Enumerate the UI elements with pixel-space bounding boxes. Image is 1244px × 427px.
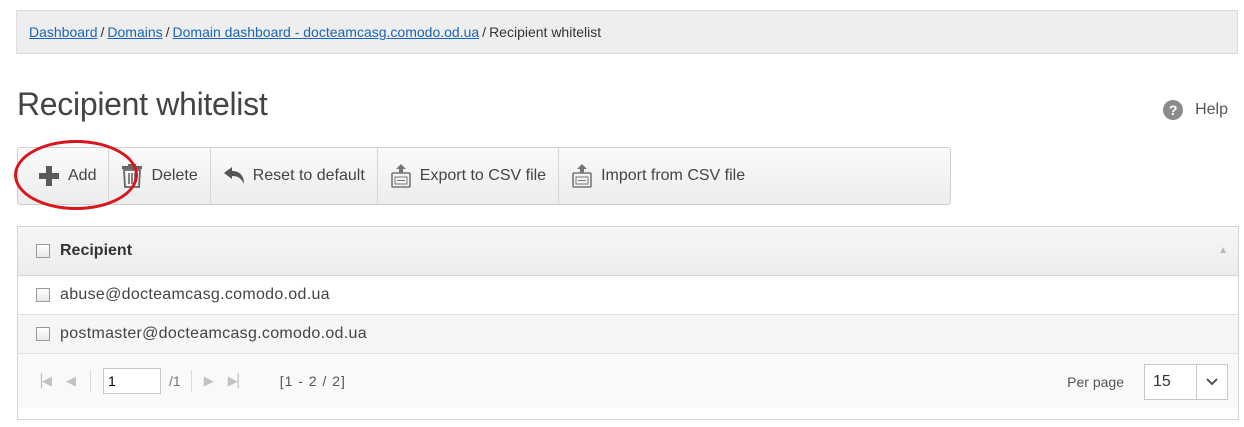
per-page-control: Per page 15 bbox=[1067, 364, 1228, 400]
breadcrumb-dashboard-link[interactable]: Dashboard bbox=[29, 24, 98, 40]
table-row[interactable]: postmaster@docteamcasg.comodo.od.ua bbox=[18, 315, 1238, 354]
add-button-label: Add bbox=[68, 167, 97, 184]
add-button[interactable]: Add bbox=[18, 148, 110, 204]
row-checkbox[interactable] bbox=[36, 288, 50, 302]
pager-divider bbox=[90, 370, 91, 392]
import-csv-button[interactable]: Import from CSV file bbox=[559, 148, 757, 204]
pager: ▕◀ ◀ /1 ▶ ▶▏ [1 - 2 / 2] Per page 15 bbox=[18, 354, 1238, 408]
sort-ascending-icon[interactable]: ▲ bbox=[1218, 245, 1228, 256]
first-page-icon[interactable]: ▕◀ bbox=[32, 373, 52, 389]
help-icon: ? bbox=[1163, 100, 1184, 120]
toolbar: Add Delete Reset to default Export to CS… bbox=[17, 147, 951, 205]
total-pages: /1 bbox=[169, 373, 181, 389]
breadcrumb-separator: / bbox=[165, 24, 170, 40]
per-page-value: 15 bbox=[1153, 373, 1171, 390]
breadcrumb: Dashboard / Domains / Domain dashboard -… bbox=[16, 10, 1238, 54]
grid-header: Recipient ▲ bbox=[18, 227, 1238, 276]
per-page-label: Per page bbox=[1067, 374, 1124, 390]
next-page-icon[interactable]: ▶ bbox=[204, 373, 214, 389]
table-row[interactable]: abuse@docteamcasg.comodo.od.ua bbox=[18, 276, 1238, 315]
page-number-input[interactable] bbox=[103, 368, 161, 394]
recipient-cell: abuse@docteamcasg.comodo.od.ua bbox=[60, 286, 330, 303]
last-page-icon[interactable]: ▶▏ bbox=[228, 373, 248, 389]
help-label: Help bbox=[1195, 101, 1228, 118]
breadcrumb-separator: / bbox=[100, 24, 105, 40]
breadcrumb-current: Recipient whitelist bbox=[489, 24, 602, 40]
recipient-column-header[interactable]: Recipient bbox=[60, 242, 132, 260]
delete-button-label: Delete bbox=[151, 167, 198, 184]
plus-icon bbox=[38, 165, 60, 187]
csv-export-icon bbox=[390, 164, 412, 188]
row-checkbox[interactable] bbox=[36, 327, 50, 341]
chevron-down-icon bbox=[1196, 365, 1227, 399]
export-button-label: Export to CSV file bbox=[419, 167, 547, 184]
page-title: Recipient whitelist bbox=[17, 86, 268, 122]
import-button-label: Import from CSV file bbox=[601, 167, 746, 184]
reset-button-label: Reset to default bbox=[252, 167, 365, 184]
undo-arrow-icon bbox=[223, 166, 245, 186]
breadcrumb-domains-link[interactable]: Domains bbox=[107, 24, 162, 40]
select-all-checkbox[interactable] bbox=[36, 244, 50, 258]
csv-import-icon bbox=[571, 164, 593, 188]
prev-page-icon[interactable]: ◀ bbox=[66, 373, 76, 389]
recipient-cell: postmaster@docteamcasg.comodo.od.ua bbox=[60, 325, 367, 342]
per-page-select[interactable]: 15 bbox=[1144, 364, 1228, 400]
breadcrumb-separator: / bbox=[482, 24, 487, 40]
pager-divider bbox=[190, 370, 192, 392]
record-range: [1 - 2 / 2] bbox=[279, 373, 346, 389]
help-link[interactable]: ? Help bbox=[1163, 100, 1228, 120]
trash-icon bbox=[121, 164, 143, 188]
export-csv-button[interactable]: Export to CSV file bbox=[378, 148, 560, 204]
reset-to-default-button[interactable]: Reset to default bbox=[211, 148, 378, 204]
breadcrumb-domain-dashboard-link[interactable]: Domain dashboard - docteamcasg.comodo.od… bbox=[173, 24, 480, 40]
recipient-grid: Recipient ▲ abuse@docteamcasg.comodo.od.… bbox=[17, 226, 1239, 420]
delete-button[interactable]: Delete bbox=[109, 148, 211, 204]
